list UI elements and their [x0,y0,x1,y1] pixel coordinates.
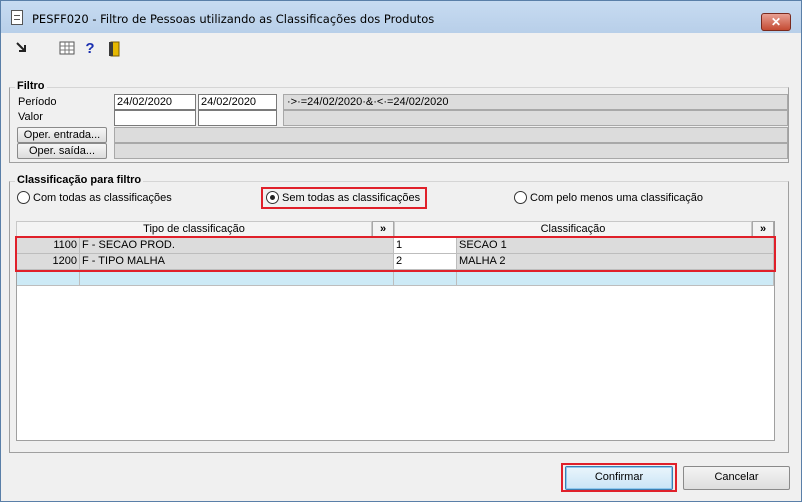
title-bar: PESFF020 - Filtro de Pessoas utilizando … [1,1,801,33]
valor-label: Valor [18,111,43,123]
highlight-rows [15,236,776,272]
date-to-field[interactable]: 24/02/2020 [198,94,277,110]
classificacao-group-label: Classificação para filtro [15,174,144,186]
oper-saida-button[interactable]: Oper. saída... [17,143,107,159]
valor-to-field[interactable] [198,110,277,126]
header-tipo: Tipo de classificação [16,221,372,237]
cancel-button[interactable]: Cancelar [683,466,790,490]
expand-tipo-button[interactable]: » [372,221,394,237]
radio-com-todas[interactable]: Com todas as classificações [17,191,172,205]
periodo-label: Período [18,96,57,108]
header-classificacao: Classificação [394,221,752,237]
oper-entrada-button[interactable]: Oper. entrada... [17,127,107,143]
window-title: PESFF020 - Filtro de Pessoas utilizando … [32,12,435,26]
radio-sem-todas-label: Sem todas as classificações [282,192,421,204]
radio-pelo-menos-uma-label: Com pelo menos uma classificação [530,192,704,204]
document-icon [11,10,23,25]
filtro-group-label: Filtro [15,80,47,92]
export-icon[interactable] [13,41,29,57]
radio-circle-selected[interactable] [266,191,279,204]
radio-circle[interactable] [514,191,527,204]
expand-classificacao-button[interactable]: » [752,221,774,237]
help-icon[interactable]: ? [82,41,98,57]
date-from-field[interactable]: 24/02/2020 [114,94,196,110]
radio-pelo-menos-uma[interactable]: Com pelo menos uma classificação [514,191,703,205]
close-button[interactable]: ✕ [761,13,791,31]
oper-saida-value [114,143,788,159]
new-row-cls-code[interactable] [394,270,457,286]
exit-door-icon[interactable] [107,41,123,57]
new-row-tipo[interactable] [80,270,394,286]
new-row-code[interactable] [17,270,80,286]
valor-from-field[interactable] [114,110,196,126]
confirm-button[interactable]: Confirmar [565,466,673,490]
period-expression: ·>·=24/02/2020·&·<·=24/02/2020 [283,94,788,110]
radio-circle[interactable] [17,191,30,204]
valor-expression [283,110,788,126]
dialog-window: PESFF020 - Filtro de Pessoas utilizando … [0,0,802,502]
toolbar: ? [9,39,789,61]
radio-sem-todas[interactable]: Sem todas as classificações [266,191,420,205]
oper-entrada-value [114,127,788,143]
grid-icon[interactable] [59,41,75,57]
new-row-cls[interactable] [457,270,774,286]
radio-com-todas-label: Com todas as classificações [33,192,172,204]
